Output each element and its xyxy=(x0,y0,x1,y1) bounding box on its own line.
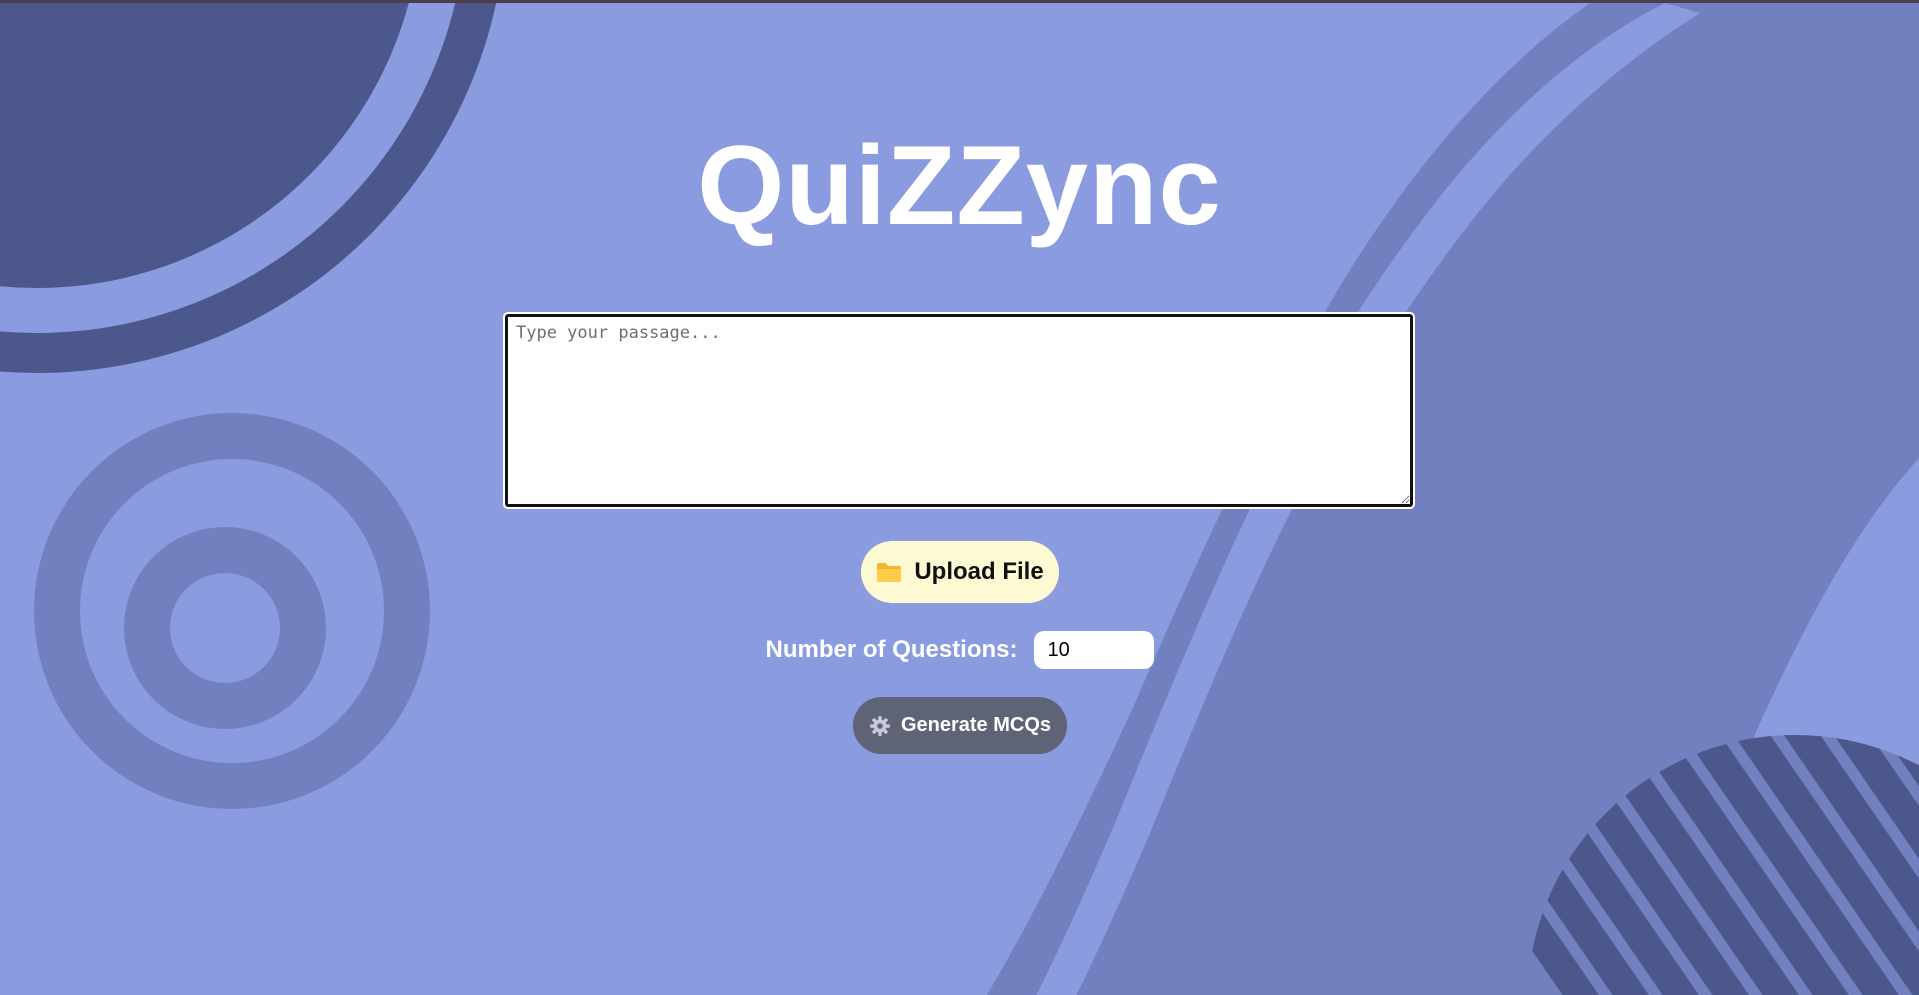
passage-input[interactable] xyxy=(503,312,1415,509)
number-of-questions-label: Number of Questions: xyxy=(765,636,1018,663)
main-content: QuiZZync Upload File Number of Questions… xyxy=(0,3,1919,995)
gear-icon xyxy=(869,715,891,737)
folder-icon xyxy=(876,561,902,583)
upload-file-label: Upload File xyxy=(914,558,1044,585)
number-of-questions-row: Number of Questions: xyxy=(0,631,1919,669)
upload-file-button[interactable]: Upload File xyxy=(861,541,1059,603)
generate-mcqs-label: Generate MCQs xyxy=(900,714,1052,736)
generate-mcqs-button[interactable]: Generate MCQs xyxy=(853,697,1067,754)
number-of-questions-input[interactable] xyxy=(1033,631,1154,669)
app-title: QuiZZync xyxy=(697,123,1222,248)
